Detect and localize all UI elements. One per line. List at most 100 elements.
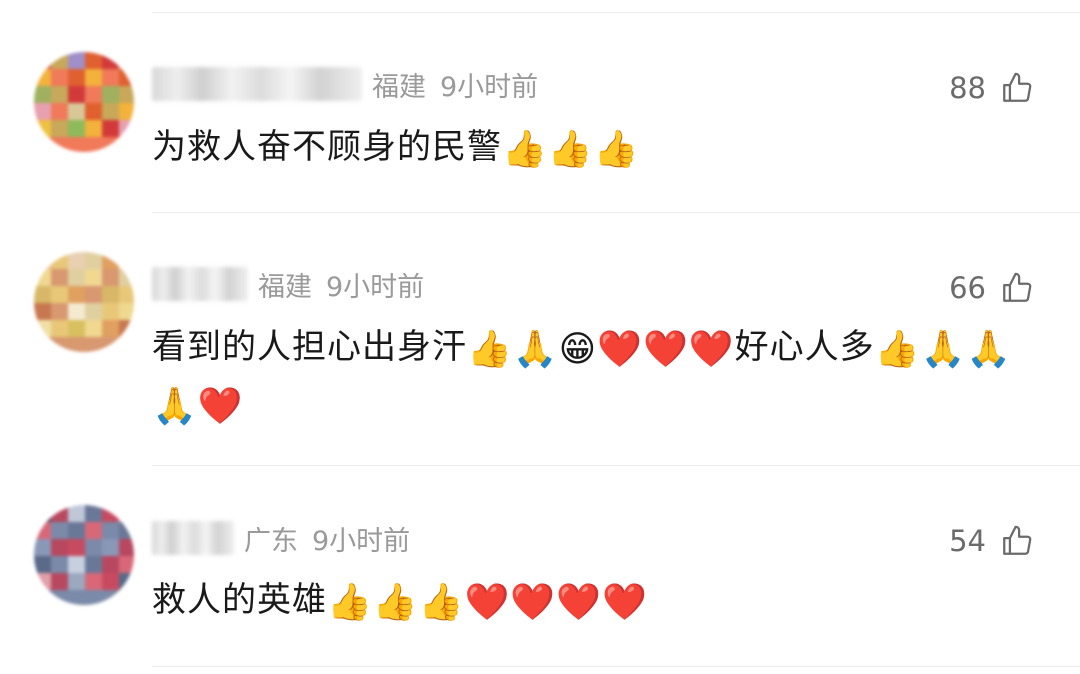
avatar-mosaic-cell — [85, 522, 102, 539]
avatar-mosaic-cell — [119, 137, 134, 152]
timestamp: 9小时前 — [440, 71, 539, 103]
avatar-mosaic-cell — [119, 269, 134, 286]
comment-text: 看到的人担心出身汗👍🙏😁❤️❤️❤️好心人多👍🙏🙏🙏❤️ — [152, 320, 1032, 434]
avatar-mosaic-cell — [68, 252, 85, 269]
top-divider — [152, 12, 1080, 13]
avatar-mosaic-cell — [51, 286, 68, 303]
avatar-mosaic-cell — [102, 337, 119, 352]
avatar-mosaic-cell — [85, 137, 102, 152]
avatar-mosaic-cell — [85, 573, 102, 590]
avatar-mosaic-cell — [102, 269, 119, 286]
timestamp: 9小时前 — [326, 271, 425, 303]
avatar-mosaic-cell — [102, 52, 119, 69]
avatar-mosaic-cell — [102, 86, 119, 103]
avatar[interactable] — [34, 505, 134, 605]
location-label: 广东 — [244, 525, 298, 557]
avatar-mosaic-cell — [102, 303, 119, 320]
thumbs-up-icon — [1000, 524, 1034, 558]
avatar-mosaic-cell — [85, 337, 102, 352]
thumbs-up-icon — [1000, 271, 1034, 305]
comment-body-continued: 好心人多 — [734, 327, 875, 367]
avatar-mosaic-cell — [119, 303, 134, 320]
avatar-mosaic-cell — [34, 286, 51, 303]
avatar-mosaic-cell — [102, 137, 119, 152]
avatar-mosaic-cell — [68, 539, 85, 556]
avatar-mosaic-cell — [51, 505, 68, 522]
avatar-mosaic-cell — [102, 505, 119, 522]
comment-text: 救人的英雄👍👍👍❤️❤️❤️❤️ — [152, 573, 1032, 630]
avatar-mosaic-cell — [85, 103, 102, 120]
like-button[interactable]: 54 — [949, 521, 1034, 561]
avatar-mosaic-cell — [34, 573, 51, 590]
avatar-mosaic-cell — [85, 539, 102, 556]
avatar-mosaic-cell — [119, 590, 134, 605]
avatar-mosaic-cell — [34, 137, 51, 152]
avatar-mosaic-cell — [34, 320, 51, 337]
username-blurred[interactable] — [152, 267, 248, 301]
avatar-mosaic-cell — [119, 539, 134, 556]
avatar[interactable] — [34, 252, 134, 352]
avatar-mosaic-cell — [102, 103, 119, 120]
avatar-mosaic-cell — [51, 120, 68, 137]
avatar-mosaic-cell — [34, 590, 51, 605]
avatar-mosaic-cell — [68, 337, 85, 352]
avatar-mosaic-cell — [51, 86, 68, 103]
avatar-mosaic-cell — [34, 269, 51, 286]
avatar-mosaic-cell — [85, 69, 102, 86]
location-label: 福建 — [258, 271, 312, 303]
avatar-mosaic-cell — [34, 52, 51, 69]
avatar-mosaic-cell — [51, 269, 68, 286]
avatar-mosaic-cell — [34, 252, 51, 269]
avatar-mosaic-cell — [85, 86, 102, 103]
avatar-mosaic-cell — [119, 320, 134, 337]
like-button[interactable]: 88 — [949, 68, 1034, 108]
avatar-mosaic-cell — [68, 69, 85, 86]
thumbs-up-icon — [1000, 71, 1034, 105]
avatar-mosaic-cell — [51, 573, 68, 590]
username-blurred[interactable] — [152, 67, 362, 101]
avatar-mosaic-cell — [102, 252, 119, 269]
avatar-mosaic-cell — [85, 286, 102, 303]
like-count: 66 — [949, 271, 986, 305]
avatar-mosaic-cell — [102, 573, 119, 590]
avatar-mosaic-cell — [34, 505, 51, 522]
comment-meta: 福建 9小时前 — [152, 266, 425, 303]
avatar-mosaic-cell — [68, 505, 85, 522]
avatar-mosaic-cell — [119, 286, 134, 303]
avatar-mosaic-cell — [68, 320, 85, 337]
avatar-mosaic-cell — [119, 573, 134, 590]
avatar-mosaic-cell — [119, 69, 134, 86]
username-blurred[interactable] — [152, 521, 234, 555]
avatar-mosaic-cell — [85, 120, 102, 137]
avatar-mosaic-cell — [85, 52, 102, 69]
comment-body: 救人的英雄 — [152, 580, 327, 620]
avatar-mosaic-cell — [68, 52, 85, 69]
avatar-mosaic-cell — [85, 320, 102, 337]
avatar-mosaic-cell — [119, 252, 134, 269]
like-button[interactable]: 66 — [949, 268, 1034, 308]
avatar-mosaic-cell — [51, 137, 68, 152]
avatar-mosaic-cell — [34, 337, 51, 352]
avatar-mosaic-cell — [119, 505, 134, 522]
avatar-mosaic-cell — [34, 556, 51, 573]
emoji-group: 👍👍👍❤️❤️❤️❤️ — [327, 582, 648, 623]
avatar-mosaic-cell — [102, 539, 119, 556]
avatar-mosaic-cell — [34, 69, 51, 86]
avatar-mosaic-cell — [68, 590, 85, 605]
comment-body: 为救人奋不顾身的民警 — [152, 127, 502, 167]
comment-divider — [152, 465, 1080, 466]
avatar-mosaic-cell — [85, 303, 102, 320]
emoji-group: 👍🙏😁❤️❤️❤️ — [467, 329, 735, 370]
avatar-mosaic-cell — [51, 539, 68, 556]
avatar-mosaic-cell — [51, 303, 68, 320]
avatar-mosaic-cell — [119, 52, 134, 69]
avatar-mosaic-cell — [119, 337, 134, 352]
avatar-mosaic-cell — [51, 556, 68, 573]
avatar-mosaic-cell — [85, 269, 102, 286]
avatar-mosaic-cell — [102, 69, 119, 86]
emoji-group: 👍👍👍 — [502, 129, 640, 170]
avatar-mosaic-cell — [51, 252, 68, 269]
avatar[interactable] — [34, 52, 134, 152]
comment-body: 看到的人担心出身汗 — [152, 327, 467, 367]
comment-meta: 福建 9小时前 — [152, 66, 539, 103]
